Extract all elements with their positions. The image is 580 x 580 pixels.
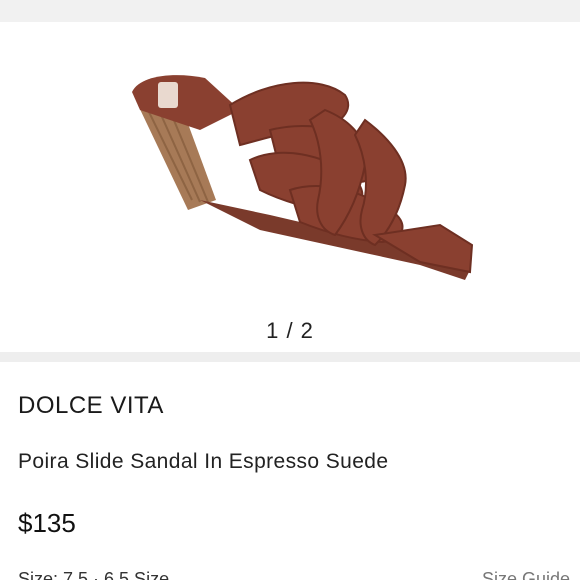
size-row: Size: 7.5 · 6.5 Size Size Guide xyxy=(18,570,580,580)
product-image-gallery[interactable]: 1 / 2 xyxy=(0,22,580,352)
image-counter: 1 / 2 xyxy=(266,318,314,343)
brand-name[interactable]: DOLCE VITA xyxy=(18,392,164,420)
top-strip xyxy=(0,0,580,22)
product-title: Poira Slide Sandal In Espresso Suede xyxy=(18,450,389,473)
insole-label xyxy=(158,82,178,108)
section-divider xyxy=(0,352,580,362)
product-image[interactable] xyxy=(120,50,490,290)
size-guide-link[interactable]: Size Guide xyxy=(482,570,570,580)
product-price: $135 xyxy=(18,508,76,538)
size-info: Size: 7.5 · 6.5 Size xyxy=(18,570,170,580)
